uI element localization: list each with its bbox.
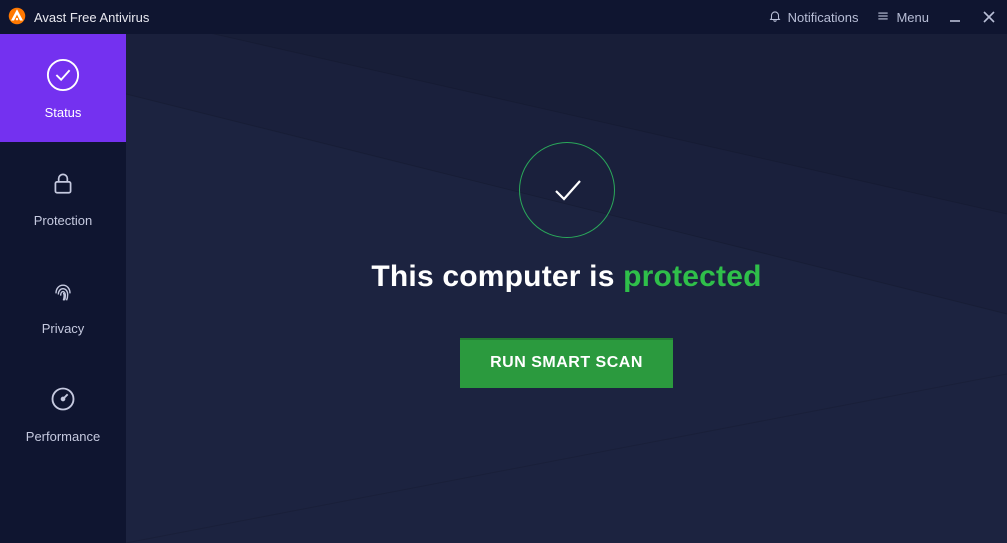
menu-button[interactable]: Menu <box>876 9 929 26</box>
title-bar-left: Avast Free Antivirus <box>8 7 149 28</box>
app-title: Avast Free Antivirus <box>34 10 149 25</box>
menu-label: Menu <box>896 10 929 25</box>
title-bar-right: Notifications Menu <box>768 9 997 26</box>
sidebar: Status Protection <box>0 34 126 543</box>
sidebar-item-performance[interactable]: Performance <box>0 358 126 466</box>
fingerprint-icon <box>45 273 81 309</box>
sidebar-item-label: Status <box>45 105 82 120</box>
status-headline-status: protected <box>623 260 762 293</box>
gauge-icon <box>45 381 81 417</box>
sidebar-item-label: Privacy <box>42 321 85 336</box>
check-circle-icon <box>45 57 81 93</box>
minimize-button[interactable] <box>947 9 963 25</box>
app-window: Avast Free Antivirus Notifications <box>0 0 1007 543</box>
avast-logo-icon <box>8 7 26 28</box>
status-headline: This computer is protected <box>371 260 761 294</box>
check-icon <box>544 167 590 213</box>
main-panel: This computer is protected RUN SMART SCA… <box>126 34 1007 543</box>
sidebar-item-label: Performance <box>26 429 100 444</box>
title-bar: Avast Free Antivirus Notifications <box>0 0 1007 34</box>
lock-icon <box>45 165 81 201</box>
notifications-button[interactable]: Notifications <box>768 9 859 26</box>
sidebar-item-label: Protection <box>34 213 93 228</box>
close-button[interactable] <box>981 9 997 25</box>
notifications-label: Notifications <box>788 10 859 25</box>
hamburger-icon <box>876 9 890 26</box>
status-check-indicator <box>519 142 615 238</box>
sidebar-item-protection[interactable]: Protection <box>0 142 126 250</box>
content-area: Status Protection <box>0 34 1007 543</box>
sidebar-item-privacy[interactable]: Privacy <box>0 250 126 358</box>
run-smart-scan-button[interactable]: RUN SMART SCAN <box>460 338 673 388</box>
status-headline-prefix: This computer is <box>371 260 623 293</box>
sidebar-item-status[interactable]: Status <box>0 34 126 142</box>
bell-icon <box>768 9 782 26</box>
